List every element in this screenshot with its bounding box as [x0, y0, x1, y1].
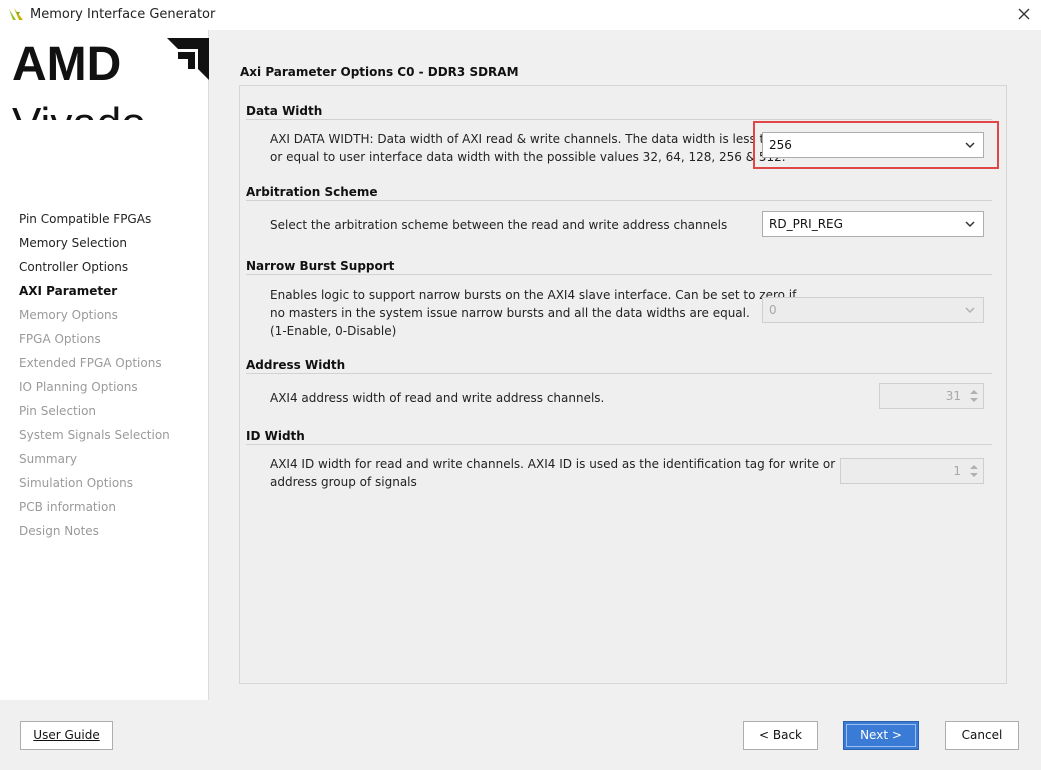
wizard-steps: Pin Compatible FPGAs Memory Selection Cont… — [19, 212, 170, 548]
nav-step-axi-parameter[interactable]: AXI Parameter — [19, 284, 170, 308]
arbitration-description: Select the arbitration scheme between th… — [270, 218, 728, 232]
vivado-app-icon — [9, 8, 23, 20]
cancel-button[interactable]: Cancel — [945, 721, 1019, 750]
nav-step-pcb-information: PCB information — [19, 500, 116, 514]
title-bar: Memory Interface Generator — [0, 0, 1041, 30]
id-width-description: AXI4 ID width for read and write channel… — [270, 457, 866, 489]
address-width-heading: Address Width — [246, 358, 346, 372]
id-width-value: 1 — [953, 464, 961, 478]
narrow-burst-description: Enables logic to support narrow bursts o… — [270, 288, 797, 338]
nav-step-simulation-options: Simulation Options — [19, 476, 134, 490]
user-guide-button[interactable]: User Guide — [20, 721, 113, 750]
options-panel: Data Width AXI DATA WIDTH: Data width of… — [239, 85, 1007, 684]
nav-step-design-notes: Design Notes — [19, 524, 99, 538]
narrow-burst-dropdown[interactable]: 0 — [762, 297, 984, 323]
chevron-down-icon — [965, 221, 975, 228]
chevron-down-icon — [965, 142, 975, 149]
nav-step-fpga-options: FPGA Options — [19, 332, 101, 346]
amd-vivado-logo: AMD Vivado — [12, 36, 209, 120]
nav-step-memory-selection[interactable]: Memory Selection — [19, 236, 170, 260]
next-button[interactable]: Next > — [843, 721, 919, 750]
nav-step-memory-options: Memory Options — [19, 308, 118, 322]
divider — [246, 119, 992, 120]
data-width-value: 256 — [769, 138, 792, 152]
narrow-burst-heading: Narrow Burst Support — [246, 259, 395, 273]
chevron-down-icon — [965, 307, 975, 314]
address-width-value: 31 — [945, 389, 961, 403]
nav-step-extended-fpga-options: Extended FPGA Options — [19, 356, 162, 370]
back-button[interactable]: < Back — [743, 721, 818, 750]
divider — [246, 444, 992, 445]
arbitration-value: RD_PRI_REG — [769, 217, 843, 231]
id-width-spinner[interactable]: 1 — [840, 458, 984, 484]
address-width-spinner[interactable]: 31 — [879, 383, 984, 409]
svg-text:AMD: AMD — [12, 38, 121, 91]
nav-step-pin-compatible-fpgas[interactable]: Pin Compatible FPGAs — [19, 212, 170, 236]
divider — [246, 200, 992, 201]
spinner-arrows-icon[interactable] — [967, 461, 981, 481]
svg-text:Vivado: Vivado — [12, 99, 146, 120]
data-width-dropdown[interactable]: 256 — [762, 132, 984, 158]
arbitration-dropdown[interactable]: RD_PRI_REG — [762, 211, 984, 237]
arbitration-heading: Arbitration Scheme — [246, 185, 378, 199]
data-width-description: AXI DATA WIDTH: Data width of AXI read &… — [270, 132, 787, 164]
page-title: Axi Parameter Options C0 - DDR3 SDRAM — [240, 65, 519, 79]
address-width-description: AXI4 address width of read and write add… — [270, 391, 605, 405]
id-width-heading: ID Width — [246, 429, 305, 443]
nav-step-summary: Summary — [19, 452, 77, 466]
left-panel: AMD Vivado Pin Compatible FPGAsMemory Se… — [0, 30, 209, 700]
close-icon[interactable] — [1016, 6, 1032, 22]
spinner-arrows-icon[interactable] — [967, 386, 981, 406]
nav-step-controller-options[interactable]: Controller Options — [19, 260, 170, 284]
nav-step-system-signals-selection: System Signals Selection — [19, 428, 170, 442]
divider — [246, 274, 992, 275]
window-title: Memory Interface Generator — [30, 7, 216, 22]
nav-step-io-planning-options: IO Planning Options — [19, 380, 138, 394]
amd-arrow-icon — [167, 38, 209, 80]
divider — [246, 373, 992, 374]
data-width-heading: Data Width — [246, 104, 323, 118]
narrow-burst-value: 0 — [769, 303, 777, 317]
nav-step-pin-selection: Pin Selection — [19, 404, 97, 418]
